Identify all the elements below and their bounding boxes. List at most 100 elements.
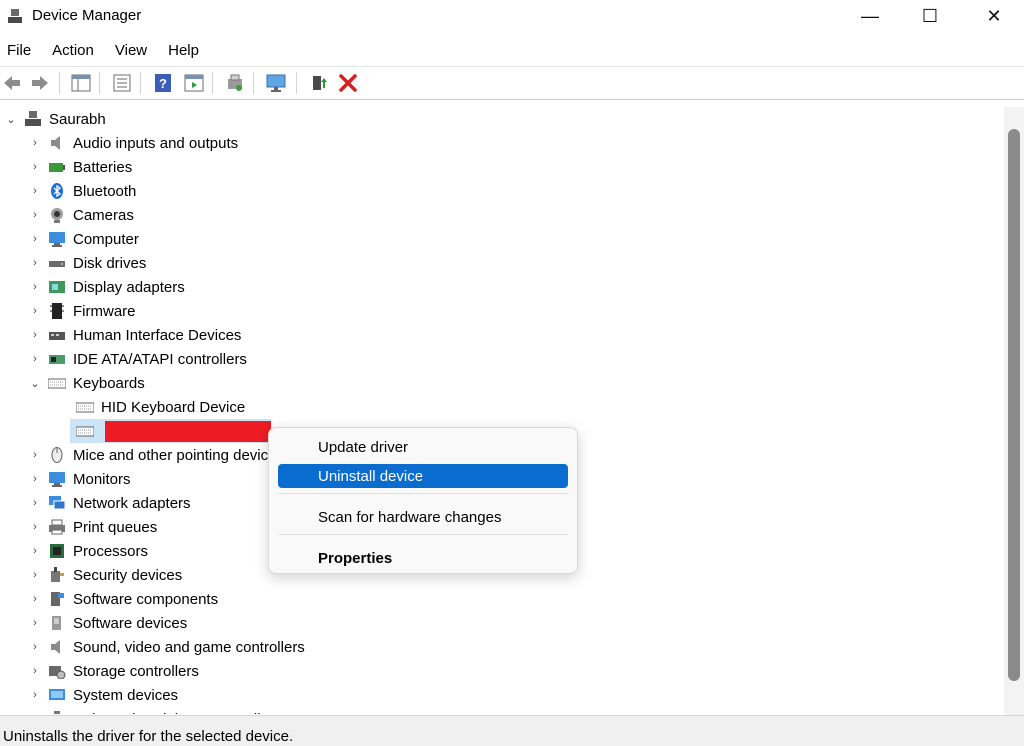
minimize-button[interactable]: — <box>840 0 900 32</box>
sound-icon <box>51 640 60 654</box>
toolbar-separator <box>212 72 213 94</box>
chevron-right-icon[interactable]: › <box>28 161 42 173</box>
chevron-down-icon[interactable]: ⌄ <box>4 113 18 126</box>
chevron-right-icon[interactable]: › <box>28 473 42 485</box>
chevron-right-icon[interactable]: › <box>28 233 42 245</box>
help-icon[interactable]: ? <box>152 72 174 94</box>
tree-category-label: Display adapters <box>73 278 185 296</box>
tree-category[interactable]: › Bluetooth <box>28 179 136 203</box>
tree-device[interactable]: HID Keyboard Device <box>70 395 245 419</box>
tree-category[interactable]: › Display adapters <box>28 275 185 299</box>
tree-category[interactable]: › Computer <box>28 227 139 251</box>
ide-controller-icon <box>49 355 65 364</box>
close-button[interactable]: ✕ <box>964 0 1024 32</box>
chevron-right-icon[interactable]: › <box>28 137 42 149</box>
back-arrow-icon[interactable] <box>1 72 23 94</box>
chevron-right-icon[interactable]: › <box>28 545 42 557</box>
computer-monitor-icon[interactable] <box>265 72 287 94</box>
storage-controller-icon <box>49 666 66 679</box>
chevron-right-icon[interactable]: › <box>28 329 42 341</box>
tree-category[interactable]: › Storage controllers <box>28 659 199 683</box>
disk-drive-icon <box>49 261 65 267</box>
properties-icon[interactable] <box>111 72 133 94</box>
tree-root[interactable]: ⌄ Saurabh <box>4 107 106 131</box>
tree-category[interactable]: › Mice and other pointing devices <box>28 443 284 467</box>
tree-category[interactable]: › Universal Serial Bus controllers <box>28 707 281 714</box>
tree-category[interactable]: › Network adapters <box>28 491 191 515</box>
chevron-right-icon[interactable]: › <box>28 497 42 509</box>
tree-category-label: Network adapters <box>73 494 191 512</box>
menu-separator <box>278 534 568 535</box>
menu-scan-hardware[interactable]: Scan for hardware changes <box>278 505 568 529</box>
tree-category-label: Bluetooth <box>73 182 137 200</box>
security-device-icon <box>51 567 64 582</box>
chevron-right-icon[interactable]: › <box>28 209 42 221</box>
tree-category[interactable]: › Software components <box>28 587 218 611</box>
tree-category-label: Audio inputs and outputs <box>73 134 239 152</box>
menu-action[interactable]: Action <box>45 38 101 64</box>
console-tree-icon[interactable] <box>70 72 92 94</box>
tree-category[interactable]: › IDE ATA/ATAPI controllers <box>28 347 247 371</box>
action-pane-icon[interactable] <box>183 72 205 94</box>
chevron-right-icon[interactable]: › <box>28 689 42 701</box>
scrollbar-thumb[interactable] <box>1008 129 1020 681</box>
uninstall-device-icon[interactable] <box>337 72 359 94</box>
menu-properties[interactable]: Properties <box>278 546 568 570</box>
context-menu: Update driver Uninstall device Scan for … <box>268 427 578 574</box>
menu-update-driver[interactable]: Update driver <box>278 435 568 459</box>
tree-category-label: System devices <box>73 686 179 704</box>
chevron-down-icon[interactable]: ⌄ <box>28 377 42 390</box>
tree-category[interactable]: › Cameras <box>28 203 134 227</box>
chevron-right-icon[interactable]: › <box>28 281 42 293</box>
chevron-right-icon[interactable]: › <box>28 713 42 714</box>
chevron-right-icon[interactable]: › <box>28 617 42 629</box>
maximize-button[interactable]: ☐ <box>900 0 960 32</box>
menu-help[interactable]: Help <box>161 38 206 64</box>
chevron-right-icon[interactable]: › <box>28 305 42 317</box>
forward-arrow-icon[interactable] <box>29 72 51 94</box>
tree-category[interactable]: › Batteries <box>28 155 132 179</box>
menu-file[interactable]: File <box>0 38 38 64</box>
system-device-icon <box>49 689 65 700</box>
tree-category[interactable]: › Software devices <box>28 611 187 635</box>
tree-category[interactable]: › Processors <box>28 539 148 563</box>
chevron-right-icon[interactable]: › <box>28 569 42 581</box>
chevron-right-icon[interactable]: › <box>28 353 42 365</box>
keyboard-icon <box>76 426 94 437</box>
update-driver-icon[interactable] <box>308 72 330 94</box>
tree-category[interactable]: › System devices <box>28 683 178 707</box>
tree-category[interactable]: › Monitors <box>28 467 131 491</box>
tree-category[interactable]: ⌄ Keyboards <box>28 371 144 395</box>
tree-category[interactable]: › Human Interface Devices <box>28 323 241 347</box>
menu-uninstall-device[interactable]: Uninstall device <box>278 464 568 488</box>
chevron-right-icon[interactable]: › <box>28 641 42 653</box>
menu-view[interactable]: View <box>108 38 154 64</box>
chevron-right-icon[interactable]: › <box>28 449 42 461</box>
tree-category-label: Firmware <box>73 302 136 320</box>
chevron-right-icon[interactable]: › <box>28 593 42 605</box>
scan-hardware-icon[interactable] <box>224 72 246 94</box>
tree-category[interactable]: › Sound, video and game controllers <box>28 635 305 659</box>
vertical-scrollbar[interactable] <box>1004 107 1024 715</box>
tree-category[interactable]: › Disk drives <box>28 251 146 275</box>
tree-category[interactable]: › Print queues <box>28 515 157 539</box>
monitor-icon <box>49 472 65 487</box>
chevron-right-icon[interactable]: › <box>28 257 42 269</box>
chevron-right-icon[interactable]: › <box>28 521 42 533</box>
chevron-right-icon[interactable]: › <box>28 665 42 677</box>
chevron-right-icon[interactable]: › <box>28 185 42 197</box>
tree-category[interactable]: › Audio inputs and outputs <box>28 131 238 155</box>
tree-category-label: Monitors <box>73 470 131 488</box>
software-component-icon <box>51 592 64 606</box>
redacted-device-name <box>105 420 271 442</box>
tree-device[interactable] <box>70 419 271 443</box>
tree-root-label: Saurabh <box>49 110 106 128</box>
svg-text:?: ? <box>159 76 167 91</box>
tree-category-label: Cameras <box>73 206 134 224</box>
tree-category-label: Sound, video and game controllers <box>73 638 305 656</box>
device-manager-icon <box>8 9 22 23</box>
tree-category[interactable]: › Security devices <box>28 563 182 587</box>
tree-category-label: IDE ATA/ATAPI controllers <box>73 350 247 368</box>
tree-category[interactable]: › Firmware <box>28 299 136 323</box>
keyboard-icon <box>48 378 66 389</box>
